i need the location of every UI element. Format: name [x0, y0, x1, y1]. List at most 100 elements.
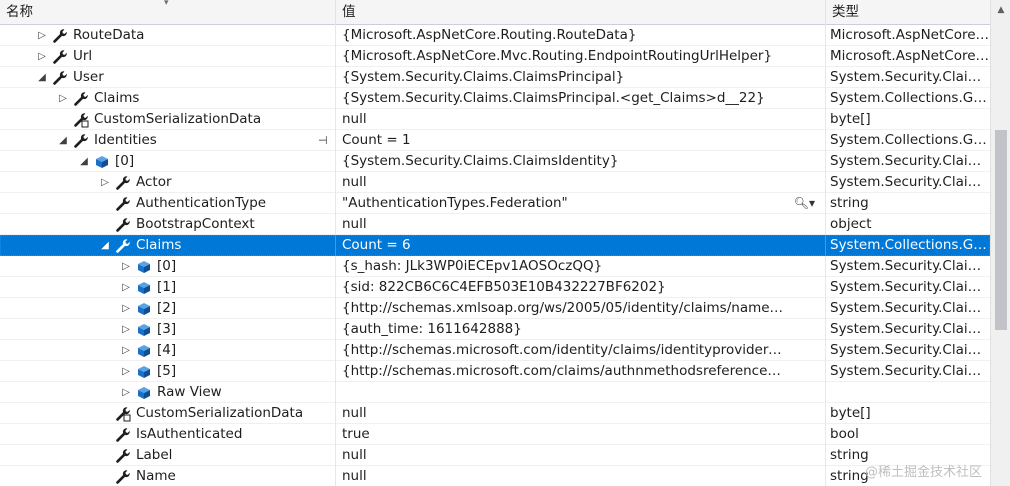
name-cell[interactable]: ▷ Claims: [0, 88, 336, 109]
value-cell[interactable]: Count = 6: [336, 235, 826, 256]
name-cell[interactable]: CustomSerializationData: [0, 403, 336, 424]
expanded-arrow-icon[interactable]: ◢: [99, 235, 111, 256]
name-cell[interactable]: ▷ [4]: [0, 340, 336, 361]
name-column-header[interactable]: 名称 ▾: [0, 0, 336, 25]
name-cell[interactable]: ◢ User: [0, 67, 336, 88]
value-cell[interactable]: {s_hash: JLk3WP0iECEpv1AOSOczQQ}: [336, 256, 826, 277]
scroll-up-arrow-icon[interactable]: ▲: [991, 0, 1010, 20]
name-cell[interactable]: Label: [0, 445, 336, 466]
tree-row[interactable]: ▷ [1] {sid: 822CB6C6C4EFB503E10B432227BF62…: [0, 277, 990, 298]
tree-row[interactable]: ◢ User {System.Security.Claims.ClaimsPrinc…: [0, 67, 990, 88]
name-cell[interactable]: IsAuthenticated: [0, 424, 336, 445]
value-cell[interactable]: Count = 1: [336, 130, 826, 151]
collapsed-arrow-icon[interactable]: ▷: [120, 277, 132, 298]
name-cell[interactable]: ▷ Actor: [0, 172, 336, 193]
tree-row-selected[interactable]: ◢ Claims Count = 6 System.Collections.Ge...: [0, 235, 990, 256]
name-cell[interactable]: ▷ [2]: [0, 298, 336, 319]
property-wrench-icon: [115, 175, 131, 191]
tree-row[interactable]: ▷ [0] {s_hash: JLk3WP0iECEpv1AOSOczQQ} Syst…: [0, 256, 990, 277]
name-cell[interactable]: ◢ Claims: [0, 235, 336, 256]
tree-row[interactable]: CustomSerializationData null byte[]: [0, 109, 990, 130]
value-cell[interactable]: {http://schemas.microsoft.com/claims/aut…: [336, 361, 826, 382]
collapsed-arrow-icon[interactable]: ▷: [120, 382, 132, 403]
collapsed-arrow-icon[interactable]: ▷: [36, 25, 48, 46]
name-cell[interactable]: ◢ [0]: [0, 151, 336, 172]
name-cell[interactable]: AuthenticationType: [0, 193, 336, 214]
collapsed-arrow-icon[interactable]: ▷: [120, 361, 132, 382]
collapsed-arrow-icon[interactable]: ▷: [120, 340, 132, 361]
vertical-scrollbar[interactable]: ▲: [990, 0, 1010, 486]
tree-row[interactable]: ▷ [4] {http://schemas.microsoft.com/identi…: [0, 340, 990, 361]
value-cell[interactable]: true: [336, 424, 826, 445]
value-cell[interactable]: {sid: 822CB6C6C4EFB503E10B432227BF6202}: [336, 277, 826, 298]
tree-row[interactable]: ◢ [0] {System.Security.Claims.ClaimsIdenti…: [0, 151, 990, 172]
value-cell[interactable]: {Microsoft.AspNetCore.Routing.RouteData}: [336, 25, 826, 46]
tree-row[interactable]: AuthenticationType "AuthenticationTypes.F…: [0, 193, 990, 214]
name-cell[interactable]: Name: [0, 466, 336, 486]
name-cell[interactable]: ▷ Raw View: [0, 382, 336, 403]
name-cell[interactable]: ▷ [5]: [0, 361, 336, 382]
value-cell[interactable]: {System.Security.Claims.ClaimsPrincipal.…: [336, 88, 826, 109]
variable-name: [2]: [157, 300, 177, 316]
name-cell[interactable]: BootstrapContext: [0, 214, 336, 235]
variable-name: Raw View: [157, 384, 222, 400]
value-cell[interactable]: {System.Security.Claims.ClaimsIdentity}: [336, 151, 826, 172]
name-cell[interactable]: ▷ Url: [0, 46, 336, 67]
type-cell: System.Collections.Ge...: [826, 130, 990, 151]
collapsed-arrow-icon[interactable]: ▷: [36, 46, 48, 67]
collapsed-arrow-icon[interactable]: ▷: [120, 256, 132, 277]
expanded-arrow-icon[interactable]: ◢: [36, 67, 48, 88]
type-cell: bool: [826, 424, 990, 445]
tree-row[interactable]: Name null string: [0, 466, 990, 486]
tree-row[interactable]: ▷ [3] {auth_time: 1611642888} System.Securi…: [0, 319, 990, 340]
value-cell[interactable]: null: [336, 109, 826, 130]
variable-name: [4]: [157, 342, 177, 358]
text-visualizer-magnifier-icon[interactable]: 🔍︎▾: [794, 193, 815, 214]
value-column-header[interactable]: 值: [336, 0, 826, 25]
value-header-label: 值: [342, 4, 356, 20]
value-cell[interactable]: null: [336, 214, 826, 235]
value-cell[interactable]: [336, 382, 826, 403]
variable-type: System.Collections.Ge...: [830, 132, 990, 148]
type-column-header[interactable]: 类型: [826, 0, 990, 25]
value-cell[interactable]: {http://schemas.xmlsoap.org/ws/2005/05/i…: [336, 298, 826, 319]
expanded-arrow-icon[interactable]: ◢: [78, 151, 90, 172]
tree-row[interactable]: ▷ [2] {http://schemas.xmlsoap.org/ws/2005/…: [0, 298, 990, 319]
pin-icon[interactable]: ⊣: [318, 130, 328, 151]
value-cell[interactable]: null: [336, 403, 826, 424]
tree-row[interactable]: ▷ Actor null System.Security.Claims...: [0, 172, 990, 193]
variable-name: CustomSerializationData: [94, 111, 262, 127]
name-cell[interactable]: ▷ [1]: [0, 277, 336, 298]
name-cell[interactable]: CustomSerializationData: [0, 109, 336, 130]
name-cell[interactable]: ▷ RouteData: [0, 25, 336, 46]
tree-row[interactable]: IsAuthenticated true bool: [0, 424, 990, 445]
variable-name: RouteData: [73, 27, 145, 43]
tree-row[interactable]: ▷ [5] {http://schemas.microsoft.com/claims…: [0, 361, 990, 382]
tree-row[interactable]: ▷ Claims {System.Security.Claims.ClaimsPri…: [0, 88, 990, 109]
value-cell[interactable]: {auth_time: 1611642888}: [336, 319, 826, 340]
expanded-arrow-icon[interactable]: ◢: [57, 130, 69, 151]
tree-row[interactable]: BootstrapContext null object: [0, 214, 990, 235]
value-cell[interactable]: {Microsoft.AspNetCore.Mvc.Routing.Endpoi…: [336, 46, 826, 67]
scroll-thumb[interactable]: [995, 130, 1007, 330]
private-property-wrench-icon: [73, 112, 89, 128]
tree-row[interactable]: ▷ Raw View: [0, 382, 990, 403]
value-cell[interactable]: null: [336, 466, 826, 486]
tree-row[interactable]: CustomSerializationData null byte[]: [0, 403, 990, 424]
collapsed-arrow-icon[interactable]: ▷: [99, 172, 111, 193]
tree-row[interactable]: ▷ RouteData {Microsoft.AspNetCore.Routing.…: [0, 25, 990, 46]
tree-row[interactable]: ▷ Url {Microsoft.AspNetCore.Mvc.Routing.En…: [0, 46, 990, 67]
tree-row[interactable]: Label null string: [0, 445, 990, 466]
tree-row[interactable]: ◢ Identities ⊣ Count = 1 System.Collections.…: [0, 130, 990, 151]
value-cell[interactable]: {http://schemas.microsoft.com/identity/c…: [336, 340, 826, 361]
value-cell[interactable]: null: [336, 172, 826, 193]
value-cell[interactable]: null: [336, 445, 826, 466]
collapsed-arrow-icon[interactable]: ▷: [57, 88, 69, 109]
name-cell[interactable]: ▷ [0]: [0, 256, 336, 277]
value-cell[interactable]: "AuthenticationTypes.Federation" 🔍︎▾: [336, 193, 826, 214]
name-cell[interactable]: ◢ Identities: [0, 130, 336, 151]
name-cell[interactable]: ▷ [3]: [0, 319, 336, 340]
value-cell[interactable]: {System.Security.Claims.ClaimsPrincipal}: [336, 67, 826, 88]
collapsed-arrow-icon[interactable]: ▷: [120, 298, 132, 319]
collapsed-arrow-icon[interactable]: ▷: [120, 319, 132, 340]
